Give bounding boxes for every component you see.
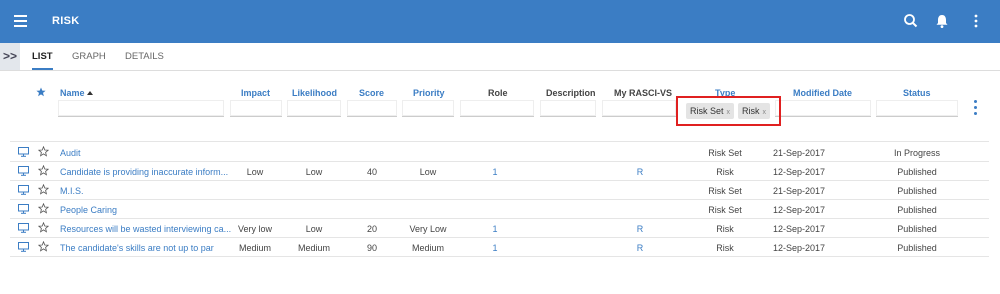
status-cell: Published <box>897 205 937 215</box>
type-filter-chips[interactable]: Risk Set x Risk x <box>676 96 781 126</box>
bell-icon[interactable] <box>933 12 951 30</box>
star-outline-icon[interactable] <box>38 203 49 214</box>
star-outline-icon[interactable] <box>38 222 49 233</box>
table-row[interactable]: Candidate is providing inaccurate inform… <box>10 161 989 181</box>
monitor-icon[interactable] <box>18 242 29 252</box>
sort-ascending-icon <box>86 91 93 95</box>
column-header-role[interactable]: Role <box>488 88 508 98</box>
table-row[interactable]: People Caring Risk Set 12-Sep-2017 Publi… <box>10 199 989 219</box>
column-header-rasci[interactable]: My RASCI-VS <box>614 88 672 98</box>
search-icon[interactable] <box>902 12 920 30</box>
likelihood-filter-input[interactable] <box>287 100 341 117</box>
monitor-icon[interactable] <box>18 223 29 233</box>
risk-name-link[interactable]: Resources will be wasted interviewing ca… <box>60 224 231 234</box>
impact-filter-input[interactable] <box>230 100 282 117</box>
modified-date-cell: 12-Sep-2017 <box>773 167 826 177</box>
likelihood-cell: Low <box>305 224 323 234</box>
risk-name-link[interactable]: People Caring <box>60 205 117 215</box>
table-row[interactable]: Resources will be wasted interviewing ca… <box>10 218 989 238</box>
chip-remove-icon[interactable]: x <box>763 109 767 116</box>
modified-date-cell: 12-Sep-2017 <box>773 224 826 234</box>
role-cell[interactable]: 1 <box>465 167 525 177</box>
score-cell: 90 <box>366 243 377 253</box>
filter-chip-risk[interactable]: Risk x <box>738 103 770 119</box>
tab-bar: >> LIST GRAPH DETAILS <box>0 43 1000 71</box>
rasci-cell[interactable]: R <box>610 167 670 177</box>
priority-cell: Very Low <box>409 224 447 234</box>
likelihood-cell: Low <box>305 167 323 177</box>
star-outline-icon[interactable] <box>38 165 49 176</box>
modified-date-cell: 12-Sep-2017 <box>773 243 826 253</box>
type-cell: Risk Set <box>708 186 742 196</box>
hamburger-menu-icon[interactable] <box>14 15 27 27</box>
role-cell[interactable]: 1 <box>465 243 525 253</box>
status-cell: In Progress <box>893 148 941 158</box>
rasci-cell[interactable]: R <box>610 224 670 234</box>
role-filter-input[interactable] <box>460 100 534 117</box>
risk-name-link[interactable]: Candidate is providing inaccurate inform… <box>60 167 228 177</box>
impact-cell: Low <box>246 167 264 177</box>
priority-cell: Low <box>419 167 437 177</box>
table-row[interactable]: Audit Risk Set 21-Sep-2017 In Progress <box>10 142 989 162</box>
star-outline-icon[interactable] <box>38 146 49 157</box>
impact-cell: Medium <box>238 243 271 253</box>
modified-date-cell: 21-Sep-2017 <box>773 148 826 158</box>
star-outline-icon[interactable] <box>38 241 49 252</box>
column-header-name[interactable]: Name <box>60 88 93 98</box>
modified-date-cell: 12-Sep-2017 <box>773 205 826 215</box>
rasci-filter-input[interactable] <box>602 100 676 117</box>
tab-list[interactable]: LIST <box>32 43 53 70</box>
column-header-score[interactable]: Score <box>359 88 384 98</box>
type-cell: Risk <box>716 167 734 177</box>
monitor-icon[interactable] <box>18 185 29 195</box>
monitor-icon[interactable] <box>18 166 29 176</box>
name-filter-input[interactable] <box>58 100 224 117</box>
column-header-likelihood[interactable]: Likelihood <box>292 88 337 98</box>
priority-cell: Medium <box>411 243 444 253</box>
table-row[interactable]: The candidate's skills are not up to par… <box>10 237 989 257</box>
risk-name-link[interactable]: The candidate's skills are not up to par <box>60 243 214 253</box>
status-cell: Published <box>897 243 937 253</box>
column-header-modified-date[interactable]: Modified Date <box>793 88 852 98</box>
modified-date-filter-input[interactable] <box>775 100 871 117</box>
risk-name-link[interactable]: Audit <box>60 148 81 158</box>
priority-filter-input[interactable] <box>402 100 454 117</box>
monitor-icon[interactable] <box>18 204 29 214</box>
page-title: RISK <box>52 15 80 27</box>
type-cell: Risk Set <box>708 205 742 215</box>
chip-remove-icon[interactable]: x <box>727 109 731 116</box>
risk-name-link[interactable]: M.I.S. <box>60 186 84 196</box>
column-header-status[interactable]: Status <box>903 88 931 98</box>
status-filter-input[interactable] <box>876 100 958 117</box>
favorite-column-star-icon[interactable] <box>36 87 46 97</box>
collapse-panel-button[interactable]: >> <box>0 43 20 70</box>
column-header-impact[interactable]: Impact <box>241 88 270 98</box>
impact-cell: Very low <box>237 224 272 234</box>
star-outline-icon[interactable] <box>38 184 49 195</box>
rasci-cell[interactable]: R <box>610 243 670 253</box>
more-vertical-icon[interactable] <box>967 12 985 30</box>
score-filter-input[interactable] <box>347 100 397 117</box>
tab-graph[interactable]: GRAPH <box>72 43 106 70</box>
tab-details[interactable]: DETAILS <box>125 43 164 70</box>
score-cell: 40 <box>366 167 377 177</box>
type-cell: Risk Set <box>708 148 742 158</box>
monitor-icon[interactable] <box>18 147 29 157</box>
modified-date-cell: 21-Sep-2017 <box>773 186 826 196</box>
status-cell: Published <box>897 224 937 234</box>
description-filter-input[interactable] <box>540 100 596 117</box>
score-cell: 20 <box>366 224 377 234</box>
role-cell[interactable]: 1 <box>465 224 525 234</box>
app-bar: RISK <box>0 0 1000 43</box>
likelihood-cell: Medium <box>297 243 330 253</box>
status-cell: Published <box>897 186 937 196</box>
filter-chip-risk-set[interactable]: Risk Set x <box>686 103 735 119</box>
type-cell: Risk <box>716 224 734 234</box>
type-cell: Risk <box>716 243 734 253</box>
table-row[interactable]: M.I.S. Risk Set 21-Sep-2017 Published <box>10 180 989 200</box>
column-header-priority[interactable]: Priority <box>413 88 445 98</box>
column-options-icon[interactable] <box>970 100 980 118</box>
column-header-description[interactable]: Description <box>546 88 596 98</box>
status-cell: Published <box>897 167 937 177</box>
